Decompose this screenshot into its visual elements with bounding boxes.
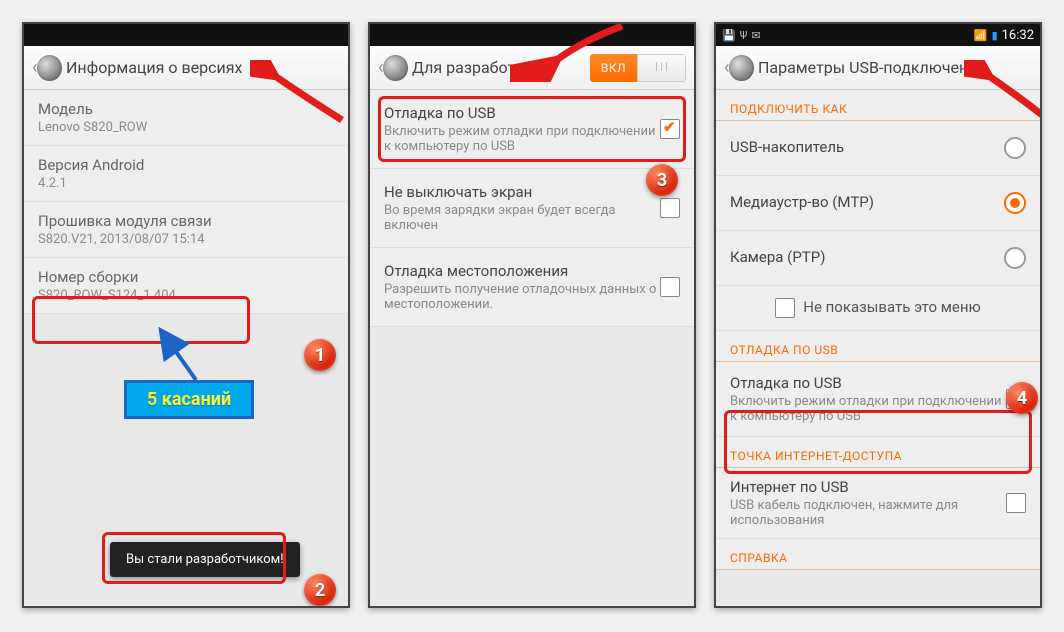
mock-location-item[interactable]: Отладка местоположения Разрешить получен… (370, 248, 694, 327)
back-button[interactable]: ‹ (32, 53, 62, 83)
stay-awake-checkbox[interactable] (660, 198, 680, 218)
save-icon: 💾 (722, 29, 736, 42)
section-help: СПРАВКА (716, 539, 1040, 570)
app-bar: ‹ Для разработчик… ВКЛ | | | (370, 46, 694, 90)
gear-icon (729, 55, 754, 81)
screen-title: Параметры USB-подключения (758, 58, 1032, 77)
ptp-radio[interactable] (1004, 247, 1026, 269)
mtp-label: Медиаустр-во (MTP) (730, 193, 1004, 211)
mock-loc-title: Отладка местоположения (384, 262, 660, 280)
usb-debug-sub: Включить режим отладки при подключении к… (384, 124, 660, 154)
gear-icon (37, 55, 62, 81)
battery-icon: ▮ (992, 29, 998, 42)
badge-2: 2 (304, 574, 336, 606)
baseband-value: S820.V21, 2013/08/07 15:14 (38, 232, 334, 247)
usb-storage-label: USB-накопитель (730, 138, 1004, 156)
build-label: Номер сборки (38, 268, 334, 286)
section-tether: ТОЧКА ИНТЕРНЕТ-ДОСТУПА (716, 437, 1040, 468)
dont-show-item[interactable]: Не показывать это меню (716, 286, 1040, 331)
gear-icon (383, 55, 408, 81)
stay-awake-sub: Во время зарядки экран будет всегда вклю… (384, 203, 660, 233)
developer-toast: Вы стали разработчиком! (110, 542, 300, 577)
toggle-on-label: ВКЛ (590, 54, 637, 82)
baseband-item[interactable]: Прошивка модуля связи S820.V21, 2013/08/… (24, 202, 348, 258)
badge-4: 4 (1006, 382, 1038, 414)
app-bar: ‹ Параметры USB-подключения (716, 46, 1040, 90)
badge-3: 3 (646, 164, 678, 196)
section-connect-as: ПОДКЛЮЧИТЬ КАК (716, 90, 1040, 121)
ptp-item[interactable]: Камера (PTP) (716, 231, 1040, 286)
usb-icon: Ψ (740, 29, 748, 42)
dev-options-toggle[interactable]: ВКЛ | | | (590, 54, 686, 82)
status-bar: 💾 Ψ ✉ 📶 ▮ 16:32 (716, 24, 1040, 46)
android-label: Версия Android (38, 156, 334, 174)
mail-icon: ✉ (751, 29, 760, 42)
back-button[interactable]: ‹ (724, 53, 754, 83)
badge-1: 1 (304, 339, 336, 371)
usb-debug-title: Отладка по USB (730, 374, 1006, 392)
screen-title: Для разработчик… (412, 58, 590, 77)
mtp-radio[interactable] (1004, 192, 1026, 214)
status-bar (370, 24, 694, 46)
wifi-icon: 📶 (974, 29, 988, 42)
ptp-label: Камера (PTP) (730, 248, 1004, 266)
usb-debug-sub: Включить режим отладки при подключении к… (730, 394, 1006, 424)
tether-title: Интернет по USB (730, 478, 1006, 496)
baseband-label: Прошивка модуля связи (38, 212, 334, 230)
section-debug: ОТЛАДКА ПО USB (716, 331, 1040, 362)
tether-item[interactable]: Интернет по USB USB кабель подключен, на… (716, 468, 1040, 539)
screen-title: Информация о версиях (66, 58, 340, 77)
status-bar (24, 24, 348, 46)
build-number-item[interactable]: Номер сборки S820_ROW_S124_1 404 (24, 258, 348, 314)
dont-show-checkbox[interactable] (775, 298, 795, 318)
back-button[interactable]: ‹ (378, 53, 408, 83)
mock-loc-checkbox[interactable] (660, 277, 680, 297)
android-version-item[interactable]: Версия Android 4.2.1 (24, 146, 348, 202)
toggle-off-half: | | | (637, 54, 686, 82)
tap-hint-label: 5 касаний (124, 380, 254, 419)
usb-debug-checkbox[interactable] (660, 119, 680, 139)
stay-awake-title: Не выключать экран (384, 183, 660, 201)
mock-loc-sub: Разрешить получение отладочных данных о … (384, 282, 660, 312)
build-value: S820_ROW_S124_1 404 (38, 288, 334, 303)
usb-debug-title: Отладка по USB (384, 104, 660, 122)
android-value: 4.2.1 (38, 176, 334, 191)
tether-checkbox[interactable] (1006, 493, 1026, 513)
app-bar: ‹ Информация о версиях (24, 46, 348, 90)
usb-storage-item[interactable]: USB-накопитель (716, 121, 1040, 176)
mtp-item[interactable]: Медиаустр-во (MTP) (716, 176, 1040, 231)
dont-show-label: Не показывать это меню (803, 298, 980, 316)
status-clock: 16:32 (1002, 28, 1034, 43)
usb-debug-item[interactable]: Отладка по USB Включить режим отладки пр… (716, 362, 1040, 437)
model-item[interactable]: Модель Lenovo S820_ROW (24, 90, 348, 146)
usb-storage-radio[interactable] (1004, 137, 1026, 159)
model-value: Lenovo S820_ROW (38, 120, 334, 135)
model-label: Модель (38, 100, 334, 118)
usb-debug-item[interactable]: Отладка по USB Включить режим отладки пр… (370, 90, 694, 169)
tether-sub: USB кабель подключен, нажмите для исполь… (730, 498, 1006, 528)
